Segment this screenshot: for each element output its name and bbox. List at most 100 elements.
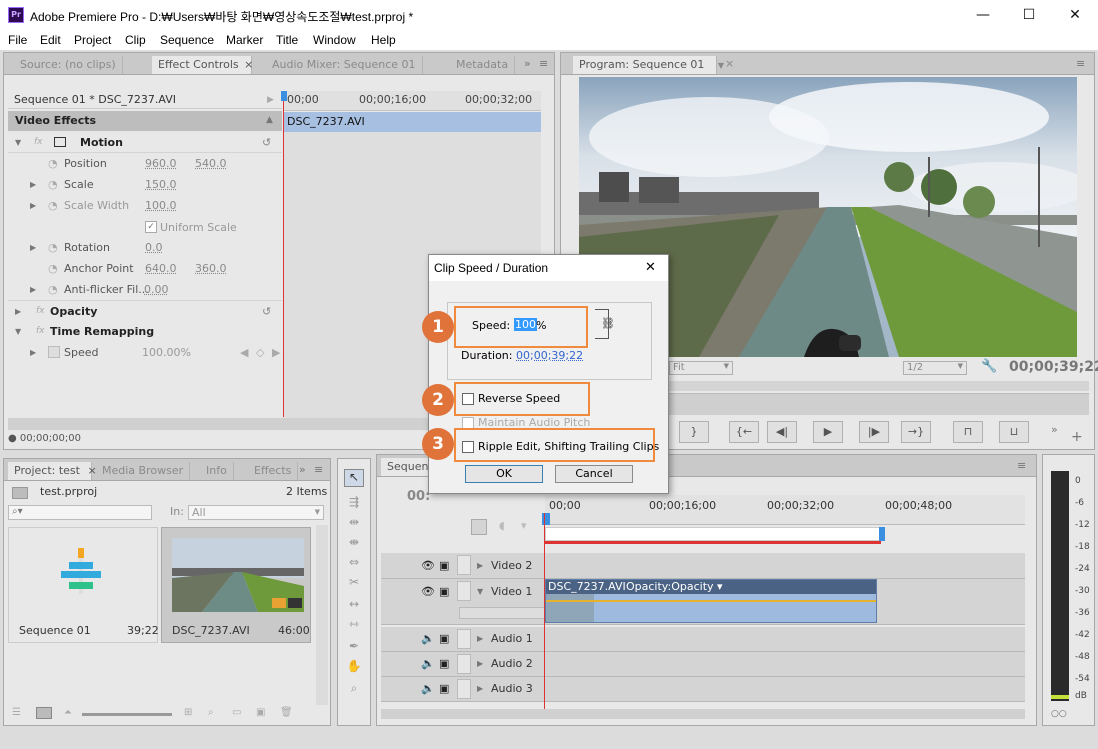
tab-media-browser[interactable]: Media Browser (96, 462, 191, 480)
clear-icon[interactable]: 🗑 (280, 707, 293, 718)
slide-tool-icon[interactable]: ⇿ (344, 617, 364, 635)
razor-tool-icon[interactable]: ✂ (344, 575, 364, 593)
collapse-triangle-icon[interactable]: ▼ (15, 132, 21, 153)
expand-triangle-icon[interactable]: ▶ (477, 634, 483, 643)
uniform-scale-checkbox[interactable]: ✓ (145, 221, 157, 233)
stopwatch-icon[interactable]: ◔ (48, 279, 58, 300)
step-back-icon[interactable]: ◀| (767, 421, 797, 443)
go-to-in-icon[interactable]: {← (729, 421, 759, 443)
ec-timeline-ruler[interactable]: 00;00 00;00;16;00 00;00;32;00 (283, 91, 541, 111)
menu-window[interactable]: Window (313, 33, 356, 47)
speaker-icon[interactable]: 🔈 (421, 657, 435, 670)
program-time-ruler[interactable] (669, 393, 1089, 415)
sync-lock-icon[interactable]: ▣ (439, 559, 449, 572)
fit-dropdown[interactable]: Fit ▼ (669, 361, 733, 375)
time-remapping-row[interactable]: ▼ fx Time Remapping (8, 321, 282, 342)
tab-close-icon[interactable]: × (244, 58, 253, 71)
project-search-input[interactable]: ⌕▾ (8, 505, 152, 520)
stopwatch-icon[interactable]: ◔ (48, 237, 58, 258)
rate-stretch-tool-icon[interactable]: ⇔ (344, 555, 364, 573)
project-item-sequence[interactable]: Sequence 01 39;22 (8, 527, 159, 643)
lock-toggle[interactable] (457, 654, 471, 674)
menu-project[interactable]: Project (74, 33, 111, 47)
speaker-icon[interactable]: 🔈 (421, 632, 435, 645)
dialog-close-button[interactable]: ✕ (645, 260, 656, 275)
tab-project[interactable]: Project: test × (8, 462, 97, 480)
menu-sequence[interactable]: Sequence (160, 33, 214, 47)
lock-toggle[interactable] (457, 581, 471, 601)
duration-value[interactable]: 00;00;39;22 (516, 349, 583, 362)
expand-triangle-icon[interactable]: ▶ (30, 237, 36, 258)
program-scrub-bar[interactable] (669, 381, 1089, 391)
fx-icon[interactable]: fx (36, 301, 45, 322)
add-marker-icon[interactable]: ▾ (521, 519, 527, 532)
tab-metadata[interactable]: Metadata (450, 56, 516, 74)
selection-tool-icon[interactable]: ↖ (344, 469, 364, 487)
prev-keyframe-icon[interactable]: ◀ (240, 342, 248, 363)
add-keyframe-icon[interactable]: ◇ (256, 342, 264, 363)
position-x-value[interactable]: 960.0 (145, 153, 177, 174)
sync-lock-icon[interactable]: ▣ (439, 585, 449, 598)
marker-icon[interactable]: ◖ (499, 519, 505, 532)
rotation-value[interactable]: 0.0 (145, 237, 163, 258)
pen-tool-icon[interactable]: ✒ (344, 639, 364, 657)
fx-icon[interactable]: fx (36, 321, 45, 342)
lock-toggle[interactable] (457, 679, 471, 699)
tab-close-icon[interactable]: × (725, 57, 734, 70)
speed-value[interactable]: 100.00% (142, 342, 191, 363)
stopwatch-icon[interactable]: ◔ (48, 153, 58, 174)
menu-marker[interactable]: Marker (226, 33, 263, 47)
position-y-value[interactable]: 540.0 (195, 153, 227, 174)
lock-toggle[interactable] (457, 629, 471, 649)
tab-program[interactable]: Program: Sequence 01 ▼ (573, 56, 724, 74)
collapse-triangle-icon[interactable]: ▼ (15, 321, 21, 342)
tab-effects[interactable]: Effects (248, 462, 299, 480)
motion-transform-icon[interactable] (54, 137, 66, 147)
minimize-button[interactable]: — (960, 0, 1006, 30)
tab-source[interactable]: Source: (no clips) (14, 56, 123, 74)
step-forward-icon[interactable]: |▶ (859, 421, 889, 443)
bin-icon[interactable]: ▭ (232, 707, 241, 718)
anti-flicker-value[interactable]: 0.00 (144, 279, 169, 300)
icon-view-icon[interactable] (36, 707, 52, 719)
add-button-icon[interactable]: + (1071, 429, 1083, 445)
collapse-triangle-icon[interactable]: ▼ (477, 587, 483, 596)
solo-buttons-icon[interactable]: ○○ (1051, 709, 1067, 719)
maximize-button[interactable]: ☐ (1006, 0, 1052, 30)
zoom-tool-icon[interactable]: ⌕ (344, 681, 364, 699)
tab-audio-mixer[interactable]: Audio Mixer: Sequence 01 (266, 56, 423, 74)
stopwatch-icon[interactable]: ◔ (48, 174, 58, 195)
timeline-ruler[interactable]: 00;00 00;00;16;00 00;00;32;00 00;00;48;0… (545, 495, 1025, 525)
eye-icon[interactable]: 👁 (421, 585, 435, 598)
expand-triangle-icon[interactable]: ▶ (477, 561, 483, 570)
keyframe-toggle-icon[interactable] (48, 346, 60, 358)
tab-effect-controls[interactable]: Effect Controls × (152, 56, 253, 74)
expand-triangle-icon[interactable]: ▶ (30, 279, 36, 300)
expand-triangle-icon[interactable]: ▶ (267, 95, 274, 105)
timeline-playhead-line[interactable] (544, 513, 545, 709)
expand-triangle-icon[interactable]: ▶ (477, 659, 483, 668)
chevron-down-icon[interactable]: ▼ (718, 61, 724, 70)
scale-value[interactable]: 150.0 (145, 174, 177, 195)
scale-width-value[interactable]: 100.0 (145, 195, 177, 216)
ec-playhead-line[interactable] (283, 95, 284, 417)
panel-forward-icon[interactable]: » (299, 463, 306, 476)
ripple-edit-tool-icon[interactable]: ⇹ (344, 515, 364, 533)
ec-clip-bar[interactable]: DSC_7237.AVI (283, 112, 541, 132)
hand-tool-icon[interactable]: ✋ (344, 659, 364, 677)
go-to-next-icon[interactable]: →} (901, 421, 931, 443)
wrench-icon[interactable]: 🔧 (981, 359, 997, 374)
zoom-out-icon[interactable]: ⏶ (64, 707, 72, 718)
fx-icon[interactable]: fx (34, 132, 43, 153)
find-icon[interactable]: ⌕ (208, 707, 214, 718)
close-window-button[interactable]: ✕ (1052, 0, 1098, 30)
panel-forward-icon[interactable]: » (1051, 423, 1058, 436)
expand-triangle-icon[interactable]: ▶ (15, 301, 21, 322)
eye-icon[interactable]: 👁 (421, 559, 435, 572)
project-item-clip[interactable]: DSC_7237.AVI 46:00 (161, 527, 311, 643)
anchor-y-value[interactable]: 360.0 (195, 258, 227, 279)
next-keyframe-icon[interactable]: ▶ (272, 342, 280, 363)
tab-info[interactable]: Info (200, 462, 234, 480)
expand-triangle-icon[interactable]: ▶ (477, 684, 483, 693)
cancel-button[interactable]: Cancel (555, 465, 633, 483)
